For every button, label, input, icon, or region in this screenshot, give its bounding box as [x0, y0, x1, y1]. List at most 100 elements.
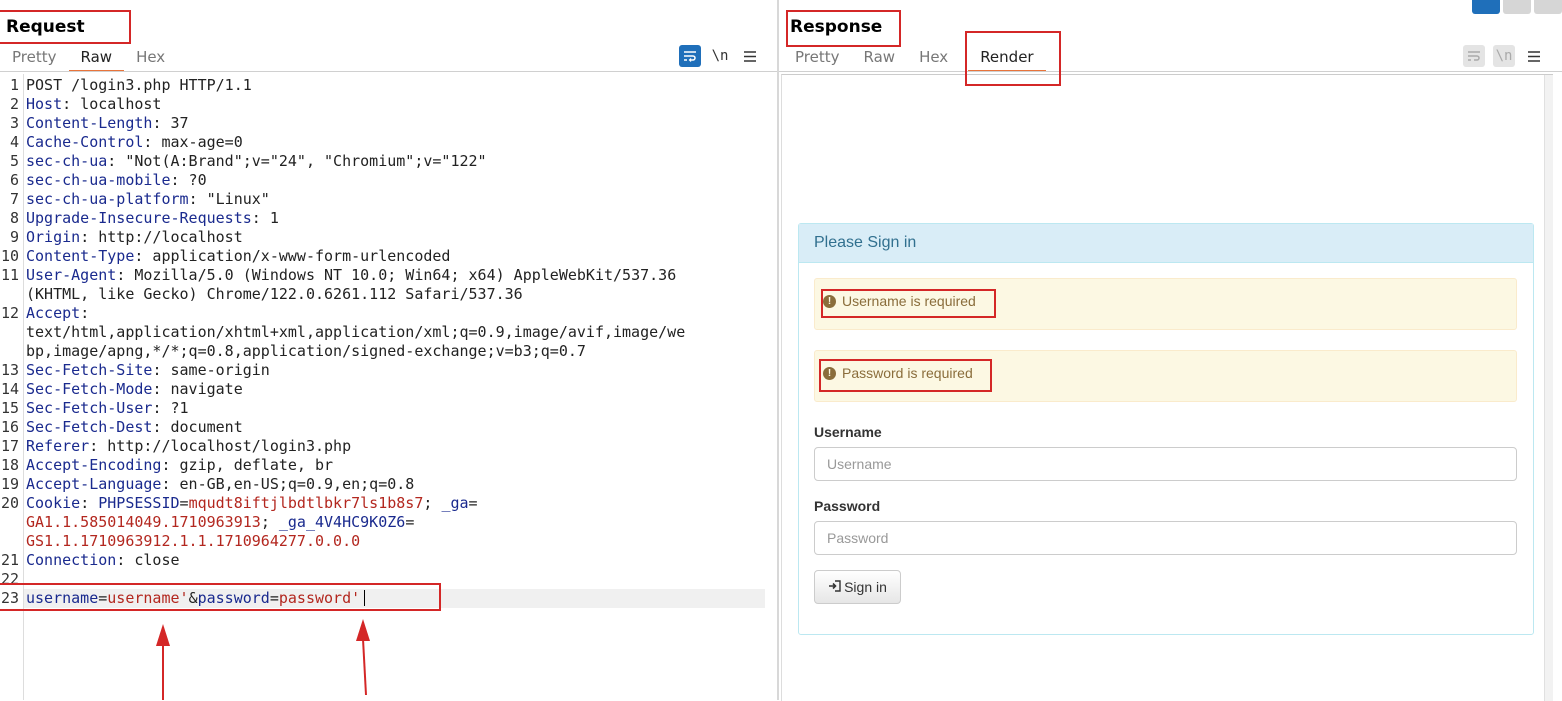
header-name: Host	[26, 95, 63, 113]
code-text: Host: localhost	[26, 95, 161, 114]
username-field[interactable]	[814, 447, 1517, 481]
line-number: 5	[9, 152, 19, 170]
plain-text: =	[179, 494, 189, 512]
code-line: bp,image/apng,*/*;q=0.8,application/sign…	[0, 342, 777, 361]
payload-highlight	[0, 583, 441, 611]
code-text: Cookie: PHPSESSID=mqudt8iftjlbdtlbkr7ls1…	[26, 494, 478, 513]
code-line: 18 Accept-Encoding: gzip, deflate, br	[0, 456, 777, 475]
render-tab-highlight	[965, 31, 1061, 86]
wrap-lines-icon[interactable]	[679, 45, 701, 67]
param-value: GA1.1.585014049.1710963913	[26, 513, 261, 531]
plain-text: =	[405, 513, 415, 531]
header-name: User-Agent	[26, 266, 117, 284]
tab-raw[interactable]: Raw	[852, 47, 908, 69]
line-number: 15	[0, 399, 19, 417]
plain-text: : Mozilla/5.0 (Windows NT 10.0; Win64; x…	[116, 266, 677, 284]
hamburger-menu-icon[interactable]	[739, 45, 761, 67]
line-number: 14	[0, 380, 19, 398]
header-name: Origin	[26, 228, 81, 246]
code-text: Origin: http://localhost	[26, 228, 243, 247]
sign-in-icon	[828, 579, 841, 595]
code-line: 7 sec-ch-ua-platform: "Linux"	[0, 190, 777, 209]
header-name: Upgrade-Insecure-Requests	[26, 209, 252, 227]
plain-text: : localhost	[62, 95, 162, 113]
header-name: sec-ch-ua-platform	[26, 190, 189, 208]
code-line: 19 Accept-Language: en-GB,en-US;q=0.9,en;…	[0, 475, 777, 494]
line-number: 16	[0, 418, 19, 436]
request-tabs: Pretty Raw Hex	[0, 47, 177, 72]
request-header-divider	[0, 71, 777, 72]
code-text: text/html,application/xhtml+xml,applicat…	[26, 323, 685, 342]
code-line: 16 Sec-Fetch-Dest: document	[0, 418, 777, 437]
plain-text: : ?1	[152, 399, 189, 417]
code-text: (KHTML, like Gecko) Chrome/122.0.6261.11…	[26, 285, 523, 304]
render-scrollbar[interactable]	[1544, 75, 1553, 701]
code-text: sec-ch-ua-platform: "Linux"	[26, 190, 270, 209]
header-name: _ga	[441, 494, 469, 512]
request-pane: Request Pretty Raw Hex \n 1 POST /login3.…	[0, 0, 777, 700]
tab-pretty[interactable]: Pretty	[0, 47, 69, 69]
plain-text: : 37	[152, 114, 189, 132]
plain-text: : http://localhost	[80, 228, 243, 246]
param-value: mqudt8iftjlbdtlbkr7ls1b8s7	[188, 494, 424, 512]
code-line: text/html,application/xhtml+xml,applicat…	[0, 323, 777, 342]
wrap-lines-icon[interactable]	[1463, 45, 1485, 67]
header-name: Sec-Fetch-Site	[26, 361, 153, 379]
code-line: (KHTML, like Gecko) Chrome/122.0.6261.11…	[0, 285, 777, 304]
code-text: Sec-Fetch-Dest: document	[26, 418, 243, 437]
plain-text: : navigate	[152, 380, 243, 398]
header-name: Content-Length	[26, 114, 153, 132]
response-pane: Response Pretty Raw Hex Render \n Please…	[779, 0, 1562, 701]
header-name: Accept	[26, 304, 81, 322]
line-number: 20	[0, 494, 19, 512]
tab-hex[interactable]: Hex	[124, 47, 177, 69]
single-view-icon[interactable]	[1534, 0, 1562, 14]
plain-text: (KHTML, like Gecko) Chrome/122.0.6261.11…	[26, 285, 523, 303]
header-name: Sec-Fetch-Mode	[26, 380, 153, 398]
plain-text: text/html,application/xhtml+xml,applicat…	[26, 323, 686, 341]
code-text: GA1.1.585014049.1710963913; _ga_4V4HC9K0…	[26, 513, 414, 532]
newline-toggle-button[interactable]: \n	[709, 45, 731, 67]
code-line: 8 Upgrade-Insecure-Requests: 1	[0, 209, 777, 228]
plain-text: bp,image/apng,*/*;q=0.8,application/sign…	[26, 342, 586, 360]
header-name: Referer	[26, 437, 90, 455]
stacked-view-icon[interactable]	[1503, 0, 1531, 14]
code-text: Sec-Fetch-User: ?1	[26, 399, 189, 418]
code-text: Connection: close	[26, 551, 180, 570]
plain-text: : "Linux"	[188, 190, 270, 208]
line-number: 10	[0, 247, 19, 265]
split-view-icon[interactable]	[1472, 0, 1500, 14]
code-text: Accept-Language: en-GB,en-US;q=0.9,en;q=…	[26, 475, 414, 494]
code-line: 21 Connection: close	[0, 551, 777, 570]
code-text: Referer: http://localhost/login3.php	[26, 437, 351, 456]
password-field[interactable]	[814, 521, 1517, 555]
code-text: POST /login3.php HTTP/1.1	[26, 76, 252, 95]
line-number: 1	[9, 76, 19, 94]
line-number: 13	[0, 361, 19, 379]
code-line: GS1.1.1710963912.1.1.1710964277.0.0.0	[0, 532, 777, 551]
hamburger-menu-icon[interactable]	[1523, 45, 1545, 67]
header-name: Sec-Fetch-Dest	[26, 418, 153, 436]
code-text: bp,image/apng,*/*;q=0.8,application/sign…	[26, 342, 586, 361]
signin-button[interactable]: Sign in	[814, 570, 901, 604]
code-line: 11 User-Agent: Mozilla/5.0 (Windows NT 10…	[0, 266, 777, 285]
line-number: 9	[9, 228, 19, 246]
code-text: Sec-Fetch-Site: same-origin	[26, 361, 270, 380]
line-number: 2	[9, 95, 19, 113]
tab-pretty[interactable]: Pretty	[783, 47, 852, 69]
code-text: Accept:	[26, 304, 89, 323]
tab-raw[interactable]: Raw	[68, 47, 125, 72]
plain-text: POST /login3.php HTTP/1.1	[26, 76, 252, 94]
signin-panel: Please Sign in ! Username is required ! …	[798, 223, 1534, 635]
header-name: Sec-Fetch-User	[26, 399, 153, 417]
plain-text: : close	[116, 551, 180, 569]
username-alert-highlight	[821, 289, 996, 318]
header-name: Connection	[26, 551, 117, 569]
newline-toggle-button[interactable]: \n	[1493, 45, 1515, 67]
tab-hex[interactable]: Hex	[907, 47, 960, 69]
plain-text: : 1	[251, 209, 279, 227]
code-line: 1 POST /login3.php HTTP/1.1	[0, 76, 777, 95]
code-text: sec-ch-ua: "Not(A:Brand";v="24", "Chromi…	[26, 152, 487, 171]
plain-text: ;	[423, 494, 442, 512]
line-number: 7	[9, 190, 19, 208]
